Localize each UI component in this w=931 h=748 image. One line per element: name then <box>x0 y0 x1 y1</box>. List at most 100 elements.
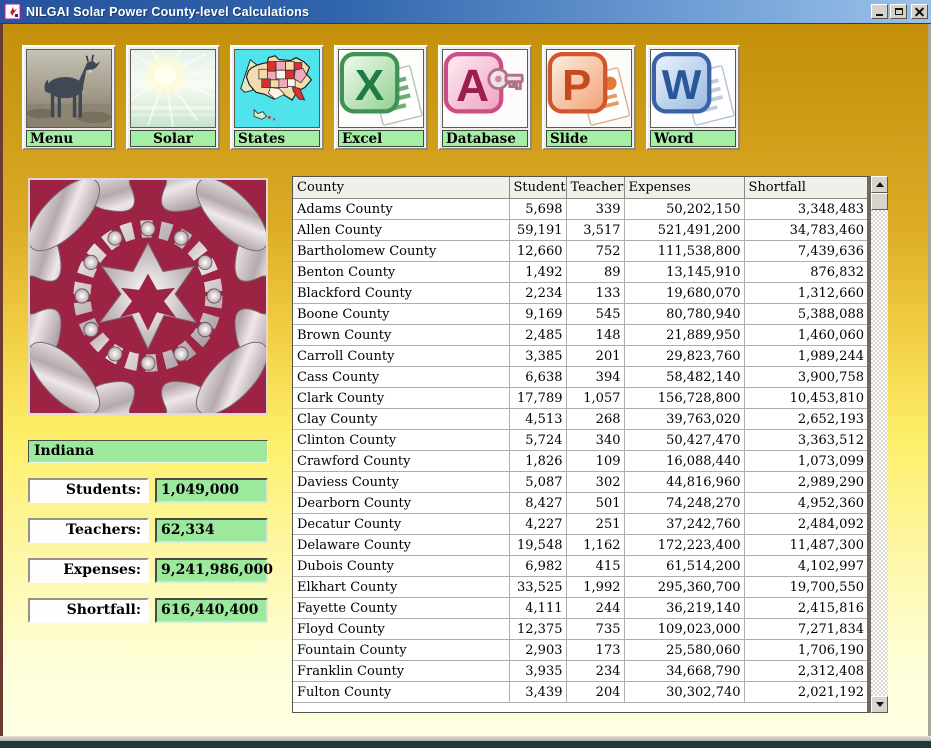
database-button[interactable]: A Database <box>438 45 532 150</box>
county-name-cell: Brown County <box>293 325 509 346</box>
students-value-field[interactable]: 1,049,000 <box>155 478 268 503</box>
value-cell: 50,427,470 <box>624 430 744 451</box>
column-header-county[interactable]: County <box>293 177 509 199</box>
teachers-value-field[interactable]: 62,334 <box>155 518 268 543</box>
county-name-cell: Delaware County <box>293 535 509 556</box>
table-row[interactable]: Dubois County6,98241561,514,2004,102,997 <box>293 556 867 577</box>
value-cell: 251 <box>566 514 624 535</box>
value-cell: 7,439,636 <box>744 241 867 262</box>
column-header-students[interactable]: Students <box>509 177 566 199</box>
value-cell: 3,900,758 <box>744 367 867 388</box>
value-cell: 12,660 <box>509 241 566 262</box>
slide-button-label: Slide <box>546 130 632 147</box>
scroll-up-button[interactable] <box>871 176 888 193</box>
value-cell: 415 <box>566 556 624 577</box>
value-cell: 501 <box>566 493 624 514</box>
slide-button[interactable]: P Slide <box>542 45 636 150</box>
column-header-expenses[interactable]: Expenses <box>624 177 744 199</box>
students-label: Students: <box>28 478 149 503</box>
table-row[interactable]: Carroll County3,38520129,823,7601,989,24… <box>293 346 867 367</box>
minimize-button[interactable] <box>871 4 888 19</box>
county-name-cell: Bartholomew County <box>293 241 509 262</box>
table-row[interactable]: Cass County6,63839458,482,1403,900,758 <box>293 367 867 388</box>
table-row[interactable]: Floyd County12,375735109,023,0007,271,83… <box>293 619 867 640</box>
table-row[interactable]: Daviess County5,08730244,816,9602,989,29… <box>293 472 867 493</box>
county-name-cell: Clinton County <box>293 430 509 451</box>
value-cell: 36,219,140 <box>624 598 744 619</box>
table-row[interactable]: Clay County4,51326839,763,0202,652,193 <box>293 409 867 430</box>
table-row[interactable]: Fountain County2,90317325,580,0601,706,1… <box>293 640 867 661</box>
value-cell: 7,271,834 <box>744 619 867 640</box>
county-name-cell: Dubois County <box>293 556 509 577</box>
value-cell: 37,242,760 <box>624 514 744 535</box>
table-row[interactable]: Franklin County3,93523434,668,7902,312,4… <box>293 661 867 682</box>
table-row[interactable]: Elkhart County33,5251,992295,360,70019,7… <box>293 577 867 598</box>
value-cell: 8,427 <box>509 493 566 514</box>
shortfall-label: Shortfall: <box>28 598 149 623</box>
value-cell: 394 <box>566 367 624 388</box>
value-cell: 2,312,408 <box>744 661 867 682</box>
value-cell: 172,223,400 <box>624 535 744 556</box>
value-cell: 1,826 <box>509 451 566 472</box>
excel-button[interactable]: X Excel <box>334 45 428 150</box>
table-row[interactable]: Decatur County4,22725137,242,7602,484,09… <box>293 514 867 535</box>
svg-text:W: W <box>662 61 702 108</box>
value-cell: 3,439 <box>509 682 566 703</box>
column-header-teachers[interactable]: Teachers <box>566 177 624 199</box>
minimize-icon <box>876 14 883 16</box>
value-cell: 19,680,070 <box>624 283 744 304</box>
table-row[interactable]: Allen County59,1913,517521,491,20034,783… <box>293 220 867 241</box>
expenses-value-field[interactable]: 9,241,986,000 <box>155 558 268 583</box>
window-title: NILGAI Solar Power County-level Calculat… <box>26 5 871 19</box>
table-row[interactable]: Clinton County5,72434050,427,4703,363,51… <box>293 430 867 451</box>
value-cell: 19,700,550 <box>744 577 867 598</box>
table-row[interactable]: Benton County1,4928913,145,910876,832 <box>293 262 867 283</box>
menu-button[interactable]: Menu <box>22 45 116 150</box>
value-cell: 4,513 <box>509 409 566 430</box>
scrollbar-thumb[interactable] <box>871 193 888 210</box>
shortfall-value-field[interactable]: 616,440,400 <box>155 598 268 623</box>
value-cell: 521,491,200 <box>624 220 744 241</box>
svg-text:A: A <box>456 60 489 111</box>
value-cell: 6,638 <box>509 367 566 388</box>
table-row[interactable]: Fayette County4,11124436,219,1402,415,81… <box>293 598 867 619</box>
solar-button[interactable]: Solar <box>126 45 220 150</box>
county-name-cell: Adams County <box>293 199 509 220</box>
table-row[interactable]: Dearborn County8,42750174,248,2704,952,3… <box>293 493 867 514</box>
scroll-down-button[interactable] <box>871 696 888 713</box>
excel-logo-icon: X <box>338 49 424 128</box>
states-button[interactable]: States <box>230 45 324 150</box>
table-row[interactable]: Adams County5,69833950,202,1503,348,483 <box>293 199 867 220</box>
database-button-label: Database <box>442 130 528 147</box>
word-logo-icon: W <box>650 49 736 128</box>
close-icon <box>915 8 924 16</box>
county-name-cell: Benton County <box>293 262 509 283</box>
maximize-button[interactable] <box>890 4 907 19</box>
expenses-label: Expenses: <box>28 558 149 583</box>
vertical-scrollbar[interactable] <box>871 176 888 713</box>
value-cell: 34,783,460 <box>744 220 867 241</box>
value-cell: 17,789 <box>509 388 566 409</box>
table-row[interactable]: Delaware County19,5481,162172,223,40011,… <box>293 535 867 556</box>
value-cell: 80,780,940 <box>624 304 744 325</box>
teachers-label: Teachers: <box>28 518 149 543</box>
nilgai-photo-icon <box>26 49 112 128</box>
county-name-cell: Daviess County <box>293 472 509 493</box>
word-button[interactable]: W Word <box>646 45 740 150</box>
table-row[interactable]: Clark County17,7891,057156,728,80010,453… <box>293 388 867 409</box>
value-cell: 10,453,810 <box>744 388 867 409</box>
column-header-shortfall[interactable]: Shortfall <box>744 177 867 199</box>
table-row[interactable]: Blackford County2,23413319,680,0701,312,… <box>293 283 867 304</box>
value-cell: 4,102,997 <box>744 556 867 577</box>
close-button[interactable] <box>911 4 928 19</box>
table-row[interactable]: Brown County2,48514821,889,9501,460,060 <box>293 325 867 346</box>
value-cell: 545 <box>566 304 624 325</box>
access-logo-icon: A <box>442 49 528 128</box>
value-cell: 1,492 <box>509 262 566 283</box>
value-cell: 2,234 <box>509 283 566 304</box>
table-row[interactable]: Fulton County3,43920430,302,7402,021,192 <box>293 682 867 703</box>
county-name-cell: Floyd County <box>293 619 509 640</box>
table-row[interactable]: Bartholomew County12,660752111,538,8007,… <box>293 241 867 262</box>
table-row[interactable]: Boone County9,16954580,780,9405,388,088 <box>293 304 867 325</box>
table-row[interactable]: Crawford County1,82610916,088,4401,073,0… <box>293 451 867 472</box>
